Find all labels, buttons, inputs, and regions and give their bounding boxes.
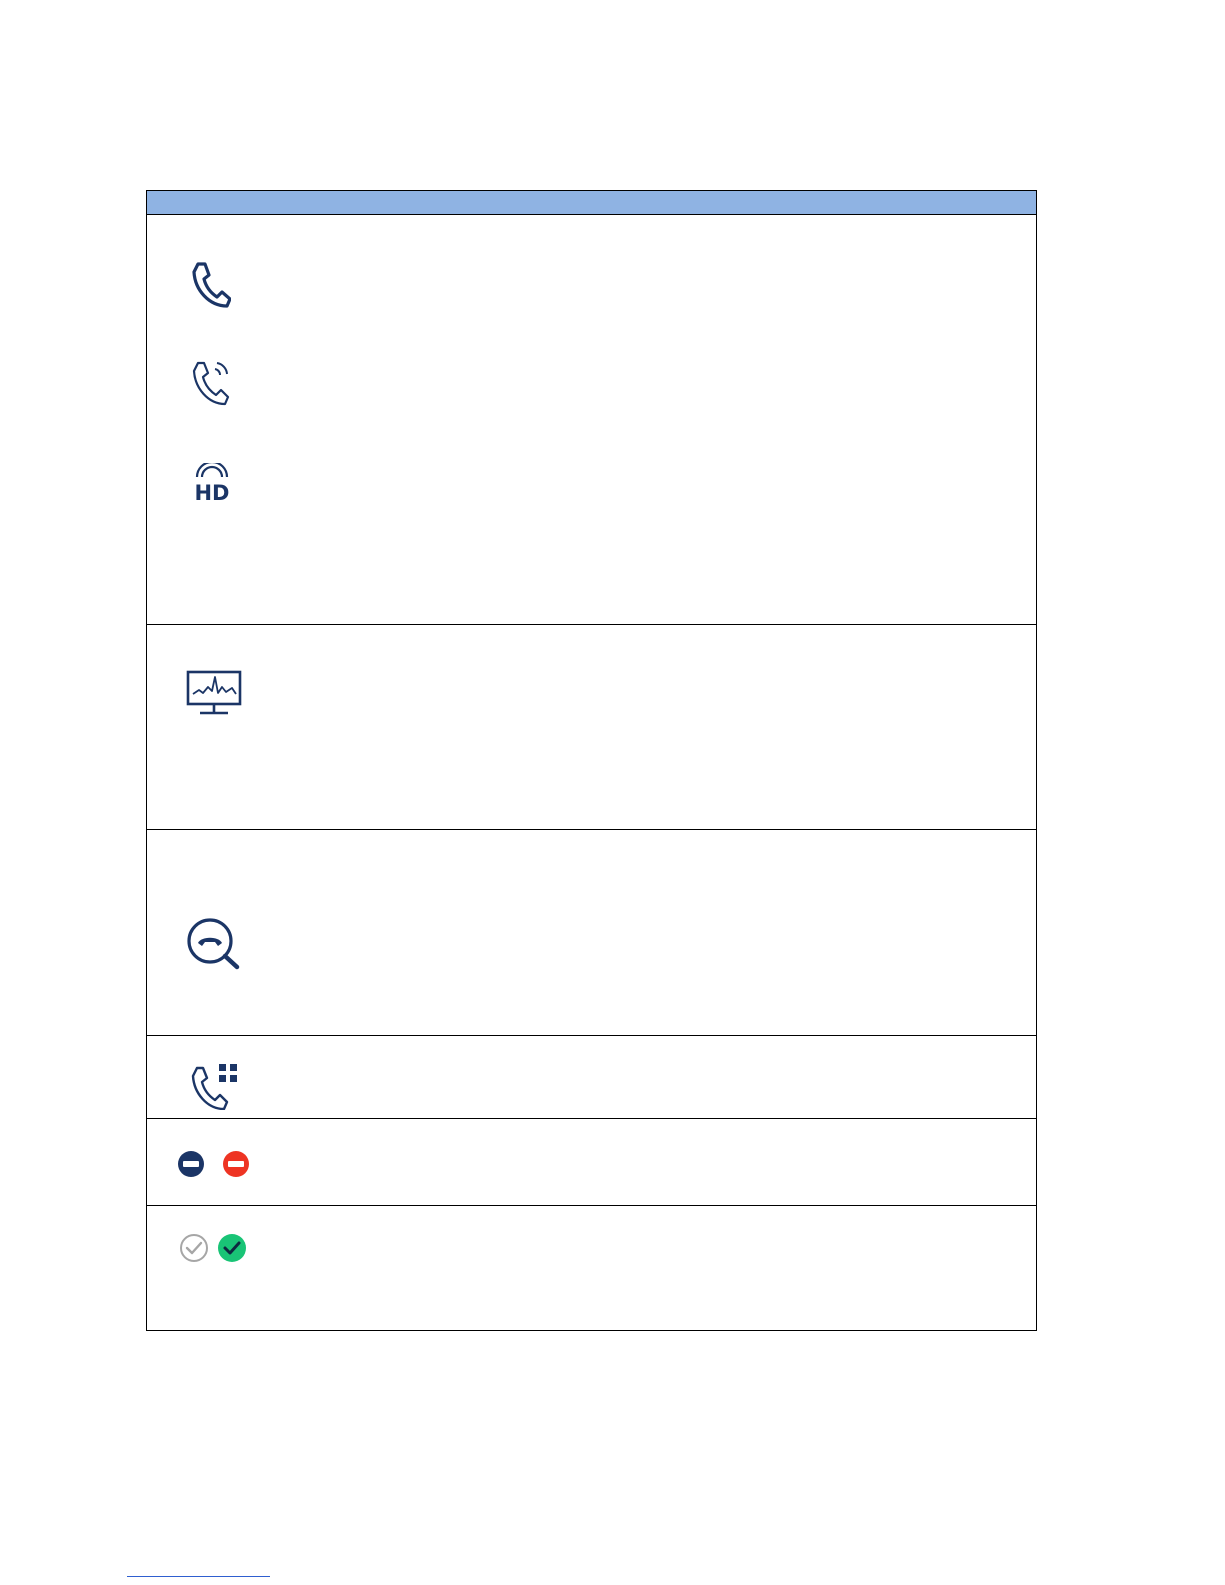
table-row <box>147 1206 1036 1330</box>
icon-legend-table: HD <box>146 190 1037 1331</box>
footnote-separator <box>127 1576 270 1577</box>
table-header <box>147 191 1036 215</box>
check-green-icon <box>217 1233 247 1263</box>
table-row: HD <box>147 215 1036 625</box>
phone-handset-icon <box>189 260 231 310</box>
monitor-waveform-icon <box>185 669 243 717</box>
do-not-disturb-navy-icon <box>177 1150 205 1178</box>
hd-voice-icon: HD <box>189 463 235 505</box>
table-row <box>147 1036 1036 1119</box>
table-row <box>147 830 1036 1036</box>
check-gray-icon <box>179 1233 209 1263</box>
table-row <box>147 625 1036 830</box>
phone-ringing-icon <box>189 357 235 409</box>
phone-keypad-icon <box>189 1060 241 1110</box>
do-not-disturb-red-icon <box>222 1150 250 1178</box>
svg-text:HD: HD <box>194 481 229 505</box>
call-search-icon <box>184 916 242 972</box>
table-row <box>147 1119 1036 1206</box>
